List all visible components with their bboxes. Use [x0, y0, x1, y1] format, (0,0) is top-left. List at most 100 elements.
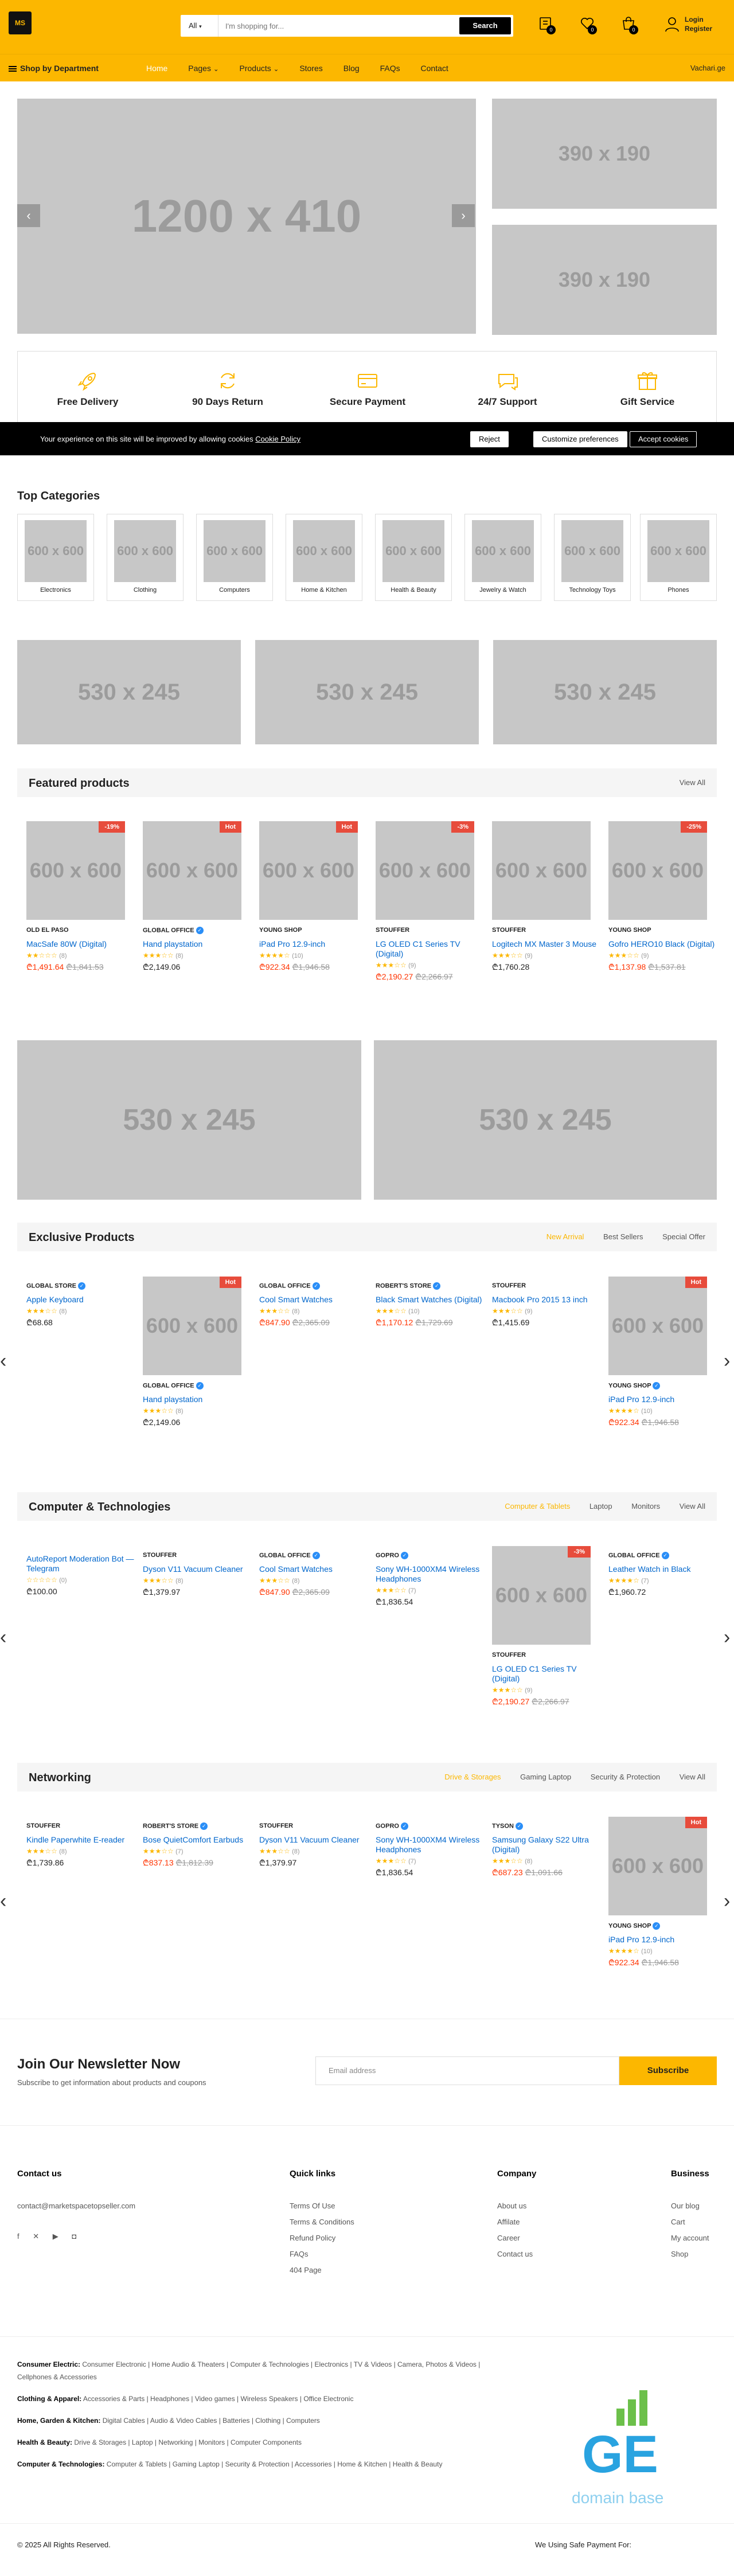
- product-card[interactable]: ROBERT'S STORE ✓ Black Smart Watches (Di…: [376, 1282, 485, 1328]
- contact-email[interactable]: contact@marketspacetopseller.com: [17, 2202, 135, 2210]
- tab-drive-storages[interactable]: Drive & Storages: [444, 1773, 501, 1781]
- nav-products[interactable]: Products ⌄: [240, 64, 279, 73]
- product-card[interactable]: STOUFFER Dyson V11 Vacuum Cleaner ★★★☆☆ …: [143, 1552, 252, 1598]
- product-card[interactable]: STOUFFER Kindle Paperwhite E-reader ★★★☆…: [26, 1822, 135, 1868]
- promo-banner[interactable]: 530 x 245: [17, 1040, 361, 1200]
- product-card[interactable]: GLOBAL OFFICE ✓ Leather Watch in Black ★…: [608, 1552, 717, 1598]
- carousel-prev-icon[interactable]: ‹: [0, 1626, 6, 1649]
- login-register[interactable]: Login Register: [664, 15, 712, 33]
- tab-computer-tablets[interactable]: Computer & Tablets: [505, 1502, 570, 1511]
- nav-contact[interactable]: Contact: [421, 64, 448, 73]
- nav-home[interactable]: Home: [146, 64, 167, 73]
- cookie-customize-button[interactable]: Customize preferences: [533, 431, 627, 447]
- x-icon[interactable]: ✕: [33, 2232, 39, 2241]
- nav-right-link[interactable]: Vachari.ge: [690, 64, 725, 72]
- product-card[interactable]: 600 x 600 STOUFFER Logitech MX Master 3 …: [492, 821, 601, 973]
- cookie-reject-button[interactable]: Reject: [470, 431, 509, 447]
- product-card[interactable]: 600 x 600 -3% STOUFFER LG OLED C1 Series …: [492, 1546, 601, 1707]
- footer-link[interactable]: Refund Policy: [290, 2234, 354, 2242]
- tab-special-offer[interactable]: Special Offer: [662, 1232, 705, 1241]
- category-card[interactable]: 600 x 600 Home & Kitchen: [286, 514, 362, 601]
- product-card[interactable]: 600 x 600 Hot GLOBAL OFFICE ✓ Hand playst…: [143, 1277, 252, 1428]
- hero-prev-button[interactable]: ‹: [17, 204, 40, 227]
- hero-banner[interactable]: 1200 x 410: [17, 99, 476, 334]
- product-card[interactable]: 600 x 600 -19% OLD EL PASO MacSafe 80W (D…: [26, 821, 135, 973]
- footer-link[interactable]: Terms Of Use: [290, 2202, 354, 2210]
- nav-blog[interactable]: Blog: [343, 64, 360, 73]
- product-card[interactable]: GOPRO ✓ Sony WH-1000XM4 Wireless Headpho…: [376, 1552, 485, 1607]
- footer-link[interactable]: Shop: [671, 2250, 709, 2258]
- compare-button[interactable]: 0: [536, 15, 557, 34]
- product-card[interactable]: GOPRO ✓ Sony WH-1000XM4 Wireless Headpho…: [376, 1822, 485, 1878]
- tab-best-sellers[interactable]: Best Sellers: [603, 1232, 643, 1241]
- tab-view-all[interactable]: View All: [680, 1502, 705, 1511]
- tab-gaming-laptop[interactable]: Gaming Laptop: [520, 1773, 571, 1781]
- instagram-icon[interactable]: ◘: [72, 2232, 76, 2241]
- search-button[interactable]: Search: [459, 17, 511, 34]
- category-card[interactable]: 600 x 600 Phones: [640, 514, 717, 601]
- footer-link[interactable]: 404 Page: [290, 2266, 354, 2274]
- footer-link[interactable]: FAQs: [290, 2250, 354, 2258]
- product-card[interactable]: 600 x 600 -3% STOUFFER LG OLED C1 Series …: [376, 821, 485, 982]
- product-card[interactable]: STOUFFER Dyson V11 Vacuum Cleaner ★★★☆☆ …: [259, 1822, 368, 1868]
- category-card[interactable]: 600 x 600 Computers: [196, 514, 273, 601]
- tab-view-all[interactable]: View All: [680, 1773, 705, 1781]
- product-card[interactable]: TYSON ✓ Samsung Galaxy S22 Ultra (Digita…: [492, 1822, 601, 1878]
- footer-link[interactable]: Contact us: [497, 2250, 536, 2258]
- carousel-prev-icon[interactable]: ‹: [0, 1350, 6, 1372]
- carousel-next-icon[interactable]: ›: [724, 1626, 730, 1649]
- product-card[interactable]: 600 x 600 -25% YOUNG SHOP Gofro HERO10 Bl…: [608, 821, 717, 973]
- search-input[interactable]: [225, 15, 443, 37]
- tab-new-arrival[interactable]: New Arrival: [546, 1232, 584, 1241]
- promo-banner[interactable]: 530 x 245: [17, 640, 241, 744]
- tab-monitors[interactable]: Monitors: [631, 1502, 660, 1511]
- search-category-select[interactable]: All ▾: [181, 15, 218, 37]
- category-card[interactable]: 600 x 600 Clothing: [107, 514, 184, 601]
- youtube-icon[interactable]: ▶: [53, 2232, 58, 2241]
- product-card[interactable]: 600 x 600 Hot YOUNG SHOP ✓ iPad Pro 12.9-…: [608, 1817, 717, 1968]
- product-card[interactable]: 600 x 600 Hot YOUNG SHOP ✓ iPad Pro 12.9-…: [608, 1277, 717, 1428]
- wishlist-button[interactable]: 0: [577, 15, 598, 34]
- product-card[interactable]: GLOBAL OFFICE ✓ Cool Smart Watches ★★★☆☆…: [259, 1282, 368, 1328]
- product-card[interactable]: AutoReport Moderation Bot — Telegram ☆☆☆…: [26, 1552, 135, 1597]
- newsletter-email-input[interactable]: Email address: [315, 2056, 619, 2085]
- promo-banner[interactable]: 530 x 245: [374, 1040, 717, 1200]
- cookie-policy-link[interactable]: Cookie Policy: [255, 435, 300, 443]
- featured-view-all[interactable]: View All: [680, 778, 705, 787]
- nav-pages[interactable]: Pages ⌄: [188, 64, 218, 73]
- footer-link[interactable]: Terms & Conditions: [290, 2218, 354, 2226]
- footer-link[interactable]: Affilate: [497, 2218, 536, 2226]
- product-card[interactable]: GLOBAL STORE ✓ Apple Keyboard ★★★☆☆ (8) …: [26, 1282, 135, 1328]
- footer-link[interactable]: My account: [671, 2234, 709, 2242]
- footer-link[interactable]: Career: [497, 2234, 536, 2242]
- footer-link[interactable]: Cart: [671, 2218, 709, 2226]
- category-card[interactable]: 600 x 600 Technology Toys: [554, 514, 631, 601]
- cookie-accept-button[interactable]: Accept cookies: [630, 431, 697, 447]
- category-card[interactable]: 600 x 600 Electronics: [17, 514, 94, 601]
- carousel-prev-icon[interactable]: ‹: [0, 1890, 6, 1913]
- carousel-next-icon[interactable]: ›: [724, 1890, 730, 1913]
- cart-button[interactable]: 0: [619, 15, 639, 34]
- site-logo[interactable]: MS: [9, 11, 32, 34]
- shop-by-department[interactable]: Shop by Department: [9, 64, 99, 73]
- product-card[interactable]: ROBERT'S STORE ✓ Bose QuietComfort Earbu…: [143, 1822, 252, 1868]
- carousel-next-icon[interactable]: ›: [724, 1350, 730, 1372]
- facebook-icon[interactable]: f: [17, 2232, 19, 2241]
- hero-next-button[interactable]: ›: [452, 204, 475, 227]
- subscribe-button[interactable]: Subscribe: [619, 2056, 717, 2085]
- tab-security-protection[interactable]: Security & Protection: [591, 1773, 660, 1781]
- tab-laptop[interactable]: Laptop: [589, 1502, 612, 1511]
- product-card[interactable]: GLOBAL OFFICE ✓ Cool Smart Watches ★★★☆☆…: [259, 1552, 368, 1598]
- footer-link[interactable]: About us: [497, 2202, 536, 2210]
- nav-faqs[interactable]: FAQs: [380, 64, 400, 73]
- side-banner-1[interactable]: 390 x 190: [492, 99, 717, 209]
- footer-link[interactable]: Our blog: [671, 2202, 709, 2210]
- product-card[interactable]: 600 x 600 Hot YOUNG SHOP iPad Pro 12.9-in…: [259, 821, 368, 973]
- category-card[interactable]: 600 x 600 Jewelry & Watch: [464, 514, 541, 601]
- side-banner-2[interactable]: 390 x 190: [492, 225, 717, 335]
- nav-stores[interactable]: Stores: [299, 64, 322, 73]
- promo-banner[interactable]: 530 x 245: [255, 640, 479, 744]
- product-card[interactable]: 600 x 600 Hot GLOBAL OFFICE ✓ Hand playst…: [143, 821, 252, 973]
- product-card[interactable]: STOUFFER Macbook Pro 2015 13 inch ★★★☆☆ …: [492, 1282, 601, 1328]
- promo-banner[interactable]: 530 x 245: [493, 640, 717, 744]
